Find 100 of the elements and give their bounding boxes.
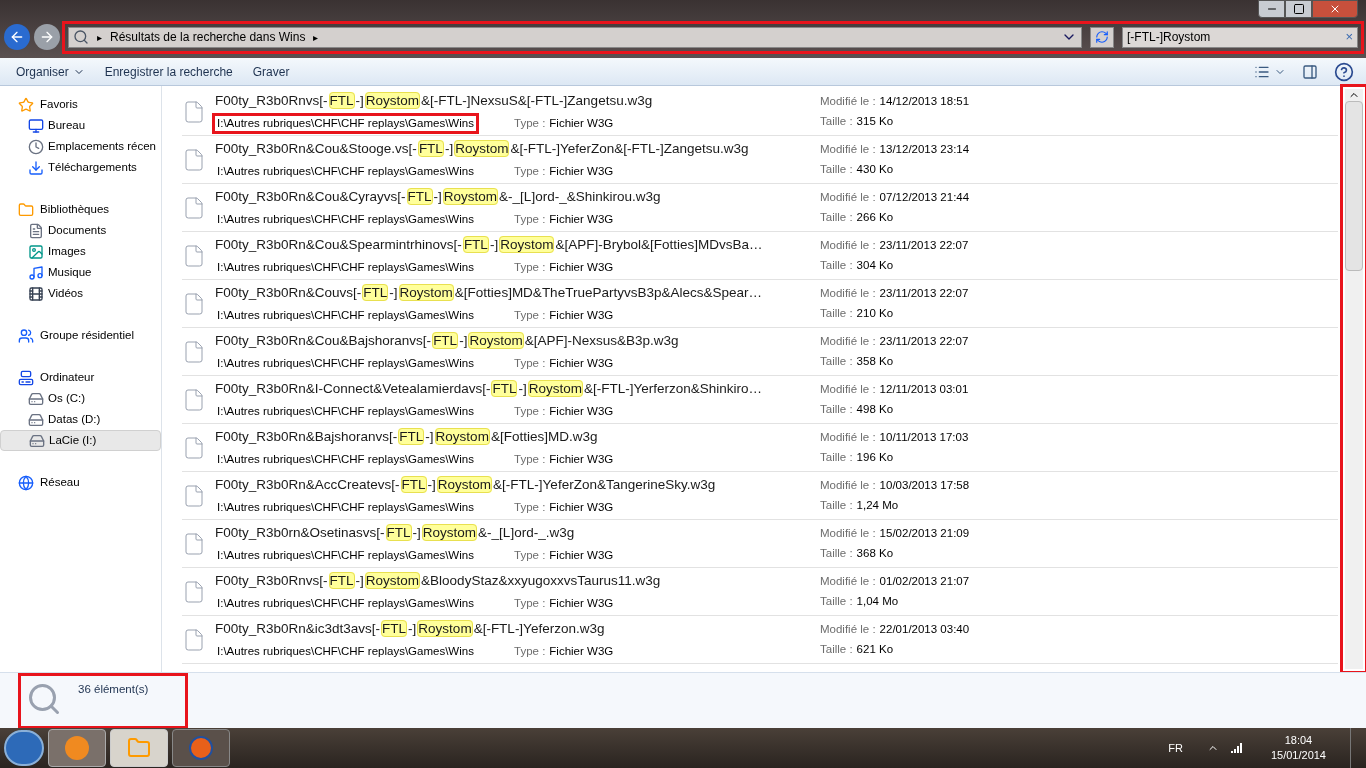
result-row[interactable]: F00ty_R3b0rn&Osetinasvs[-FTL-]Roystom&-_[L]ord-_.w3g I:\Autres rubriques\CHF\CHF replays\Games\Wins Type : Fichier W3G Modifié le : 15/02/2013 21:09 Taille : 368 Ko (182, 520, 1338, 568)
result-row[interactable]: F00ty_R3b0Rn&Couvs[-FTL-]Roystom&[Fotties]MD&TheTruePartyvsB3p&Alecs&Spear… I:\Autres rubriques\CHF\CHF replays\Games\Wins Type : Fichier W3G Modifié le : 23/11/2013 22:07 Taille : 210 Ko (182, 280, 1338, 328)
modified-label: Modifié le : (820, 141, 876, 157)
start-button[interactable] (4, 730, 44, 766)
size-value: 430 Ko (856, 162, 894, 177)
sidebar-item[interactable]: Bureau (0, 115, 161, 136)
forward-button[interactable] (34, 24, 60, 50)
size-label: Taille : (820, 354, 853, 369)
modified-value: 22/01/2013 03:40 (879, 621, 970, 637)
back-button[interactable] (4, 24, 30, 50)
maximize-button[interactable] (1285, 0, 1312, 18)
toolbar-button[interactable]: Graver (244, 60, 298, 83)
sidebar-item[interactable]: Emplacements récen (0, 136, 161, 157)
modified-value: 10/11/2013 17:03 (879, 429, 969, 445)
sidebar-group[interactable]: Groupe résidentiel (0, 325, 161, 346)
type-value: Fichier W3G (549, 259, 614, 275)
sidebar-item[interactable]: Musique (0, 262, 161, 283)
refresh-icon (1095, 30, 1109, 44)
result-row[interactable]: F00ty_R3b0Rn&I-Connect&Vetealamierdavs[-FTL-]Roystom&[-FTL-]Yerferzon&Shinkiro… I:\Autres rubriques\CHF\CHF replays\Games\Wins Type : Fichier W3G Modifié le : 12/11/2013 03:01 Taille : 498 Ko (182, 376, 1338, 424)
type-value: Fichier W3G (549, 211, 614, 227)
modified-value: 12/11/2013 03:01 (879, 381, 969, 397)
file-name: F00ty_R3b0Rn&Cou&Spearmintrhinovs[-FTL-]Roystom&[APF]-Brybol&[Fotties]MDvsBa… (214, 235, 764, 256)
modified-label: Modifié le : (820, 237, 876, 253)
size-label: Taille : (820, 114, 853, 129)
size-label: Taille : (820, 546, 853, 561)
modified-label: Modifié le : (820, 525, 876, 541)
sidebar-item[interactable]: Os (C:) (0, 388, 161, 409)
close-icon (1329, 3, 1341, 15)
type-label: Type : (514, 307, 546, 323)
sidebar-item[interactable]: Datas (D:) (0, 409, 161, 430)
arrow-right-icon (39, 29, 55, 45)
modified-label: Modifié le : (820, 429, 876, 445)
refresh-button[interactable] (1090, 26, 1114, 48)
picture-icon (28, 243, 44, 260)
file-path: I:\Autres rubriques\CHF\CHF replays\Games\Wins (216, 499, 475, 515)
size-value: 368 Ko (856, 546, 894, 561)
modified-label: Modifié le : (820, 333, 876, 349)
file-name: F00ty_R3b0Rn&I-Connect&Vetealamierdavs[-FTL-]Roystom&[-FTL-]Yerferzon&Shinkiro… (214, 379, 763, 400)
size-label: Taille : (820, 498, 853, 513)
size-label: Taille : (820, 210, 853, 225)
type-value: Fichier W3G (549, 403, 614, 419)
result-row[interactable]: F00ty_R3b0Rnvs[-FTL-]Roystom&[-FTL-]NexsuS&[-FTL-]Zangetsu.w3g I:\Autres rubriques\CHF\CHF replays\Games\Wins Type : Fichier W3G Modifié le : 14/12/2013 18:51 Taille : 315 Ko (182, 88, 1338, 136)
clock[interactable]: 18:04 15/01/2014 (1270, 733, 1326, 763)
sidebar-group[interactable]: Réseau (0, 472, 161, 493)
clock-icon (28, 138, 44, 155)
size-value: 621 Ko (856, 642, 894, 657)
search-field[interactable]: [-FTL-]Roystom × (1122, 26, 1358, 48)
minimize-button[interactable] (1258, 0, 1285, 18)
file-path: I:\Autres rubriques\CHF\CHF replays\Games\Wins (216, 403, 475, 419)
breadcrumb-arrow[interactable]: ▸ (313, 29, 319, 45)
size-value: 196 Ko (856, 450, 894, 465)
file-path: I:\Autres rubriques\CHF\CHF replays\Games\Wins (216, 163, 475, 179)
sidebar-item[interactable]: Images (0, 241, 161, 262)
file-path: I:\Autres rubriques\CHF\CHF replays\Games\Wins (214, 114, 477, 132)
sidebar-item[interactable]: Téléchargements (0, 157, 161, 178)
modified-value: 07/12/2013 21:44 (879, 189, 970, 205)
breadcrumb[interactable]: Résultats de la recherche dans Wins (110, 28, 306, 46)
modified-label: Modifié le : (820, 621, 876, 637)
folder-icon (127, 736, 151, 760)
toolbar-button[interactable]: Enregistrer la recherche (96, 60, 241, 83)
sidebar-group[interactable]: Ordinateur (0, 367, 161, 388)
clear-search-button[interactable]: × (1345, 27, 1353, 47)
result-row[interactable]: F00ty_R3b0Rn&AccCreatevs[-FTL-]Roystom&[-FTL-]YeferZon&TangerineSky.w3g I:\Autres rubriques\CHF\CHF replays\Games\Wins Type : Fichier W3G Modifié le : 10/03/2013 17:58 Taille : 1,24 Mo (182, 472, 1338, 520)
address-bar[interactable]: ▸ Résultats de la recherche dans Wins ▸ (68, 26, 1082, 48)
modified-value: 23/11/2013 22:07 (879, 285, 969, 301)
sidebar-item[interactable]: LaCie (I:) (0, 430, 161, 451)
result-row[interactable]: F00ty_R3b0Rn&Cou&Stooge.vs[-FTL-]Roystom&[-FTL-]YeferZon&[-FTL-]Zangetsu.w3g I:\Autres rubriques\CHF\CHF replays\Games\Wins Type : Fichier W3G Modifié le : 13/12/2013 23:14 Taille : 430 Ko (182, 136, 1338, 184)
result-row[interactable]: F00ty_R3b0Rnvs[-FTL-]Roystom&BloodyStaz&xxyugoxxvsTaurus11.w3g I:\Autres rubriques\CHF\CHF replays\Games\Wins Type : Fichier W3G Modifié le : 01/02/2013 21:07 Taille : 1,04 Mo (182, 568, 1338, 616)
result-row[interactable]: F00ty_R3b0Rn&Cou&Bajshoranvs[-FTL-]Roystom&[APF]-Nexsus&B3p.w3g I:\Autres rubriques\CHF\CHF replays\Games\Wins Type : Fichier W3G Modifié le : 23/11/2013 22:07 Taille : 358 Ko (182, 328, 1338, 376)
file-path: I:\Autres rubriques\CHF\CHF replays\Games\Wins (216, 451, 475, 467)
type-label: Type : (514, 643, 546, 659)
modified-value: 23/11/2013 22:07 (879, 237, 969, 253)
type-label: Type : (514, 259, 546, 275)
language-indicator[interactable]: FR (1168, 739, 1183, 757)
file-name: F00ty_R3b0Rn&Cou&Cyrayvs[-FTL-]Roystom&-_[L]ord-_&Shinkirou.w3g (214, 187, 662, 208)
drive-icon (28, 411, 44, 428)
size-label: Taille : (820, 162, 853, 177)
modified-label: Modifié le : (820, 285, 876, 301)
result-row[interactable]: F00ty_R3b0Rn&Bajshoranvs[-FTL-]Roystom&[Fotties]MD.w3g I:\Autres rubriques\CHF\CHF replays\Games\Wins Type : Fichier W3G Modifié le : 10/11/2013 17:03 Taille : 196 Ko (182, 424, 1338, 472)
result-row[interactable]: F00ty_R3b0Rn&ic3dt3avs[-FTL-]Roystom&[-FTL-]Yeferzon.w3g I:\Autres rubriques\CHF\CHF replays\Games\Wins Type : Fichier W3G Modifié le : 22/01/2013 03:40 Taille : 621 Ko (182, 616, 1338, 664)
music-note-icon (28, 264, 44, 281)
type-label: Type : (514, 499, 546, 515)
modified-label: Modifié le : (820, 93, 876, 109)
drive-icon (28, 390, 44, 407)
type-value: Fichier W3G (549, 499, 614, 515)
sidebar-item[interactable]: Vidéos (0, 283, 161, 304)
signal-icon[interactable] (1230, 743, 1243, 753)
toolbar-button[interactable]: Organiser (8, 60, 93, 83)
modified-value: 15/02/2013 21:09 (879, 525, 970, 541)
sidebar-group[interactable]: Bibliothèques (0, 199, 161, 220)
result-row[interactable]: F00ty_R3b0Rn&Cou&Cyrayvs[-FTL-]Roystom&-_[L]ord-_&Shinkirou.w3g I:\Autres rubriques\CHF\CHF replays\Games\Wins Type : Fichier W3G Modifié le : 07/12/2013 21:44 Taille : 266 Ko (182, 184, 1338, 232)
sidebar-item[interactable]: Documents (0, 220, 161, 241)
result-row[interactable]: F00ty_R3b0Rn&Cou&Spearmintrhinovs[-FTL-]Roystom&[APF]-Brybol&[Fotties]MDvsBa… I:\Autres rubriques\CHF\CHF replays\Games\Wins Type : Fichier W3G Modifié le : 23/11/2013 22:07 Taille : 304 Ko (182, 232, 1338, 280)
file-path: I:\Autres rubriques\CHF\CHF replays\Games\Wins (216, 259, 475, 275)
sidebar-group[interactable]: Favoris (0, 94, 161, 115)
search-icon (26, 681, 62, 717)
file-name: F00ty_R3b0Rnvs[-FTL-]Roystom&[-FTL-]NexsuS&[-FTL-]Zangetsu.w3g (214, 91, 654, 112)
breadcrumb-arrow[interactable]: ▸ (97, 29, 102, 45)
file-name: F00ty_R3b0Rnvs[-FTL-]Roystom&BloodyStaz&xxyugoxxvsTaurus11.w3g (214, 571, 662, 592)
file-name: F00ty_R3b0Rn&AccCreatevs[-FTL-]Roystom&[-FTL-]YeferZon&TangerineSky.w3g (214, 475, 717, 496)
